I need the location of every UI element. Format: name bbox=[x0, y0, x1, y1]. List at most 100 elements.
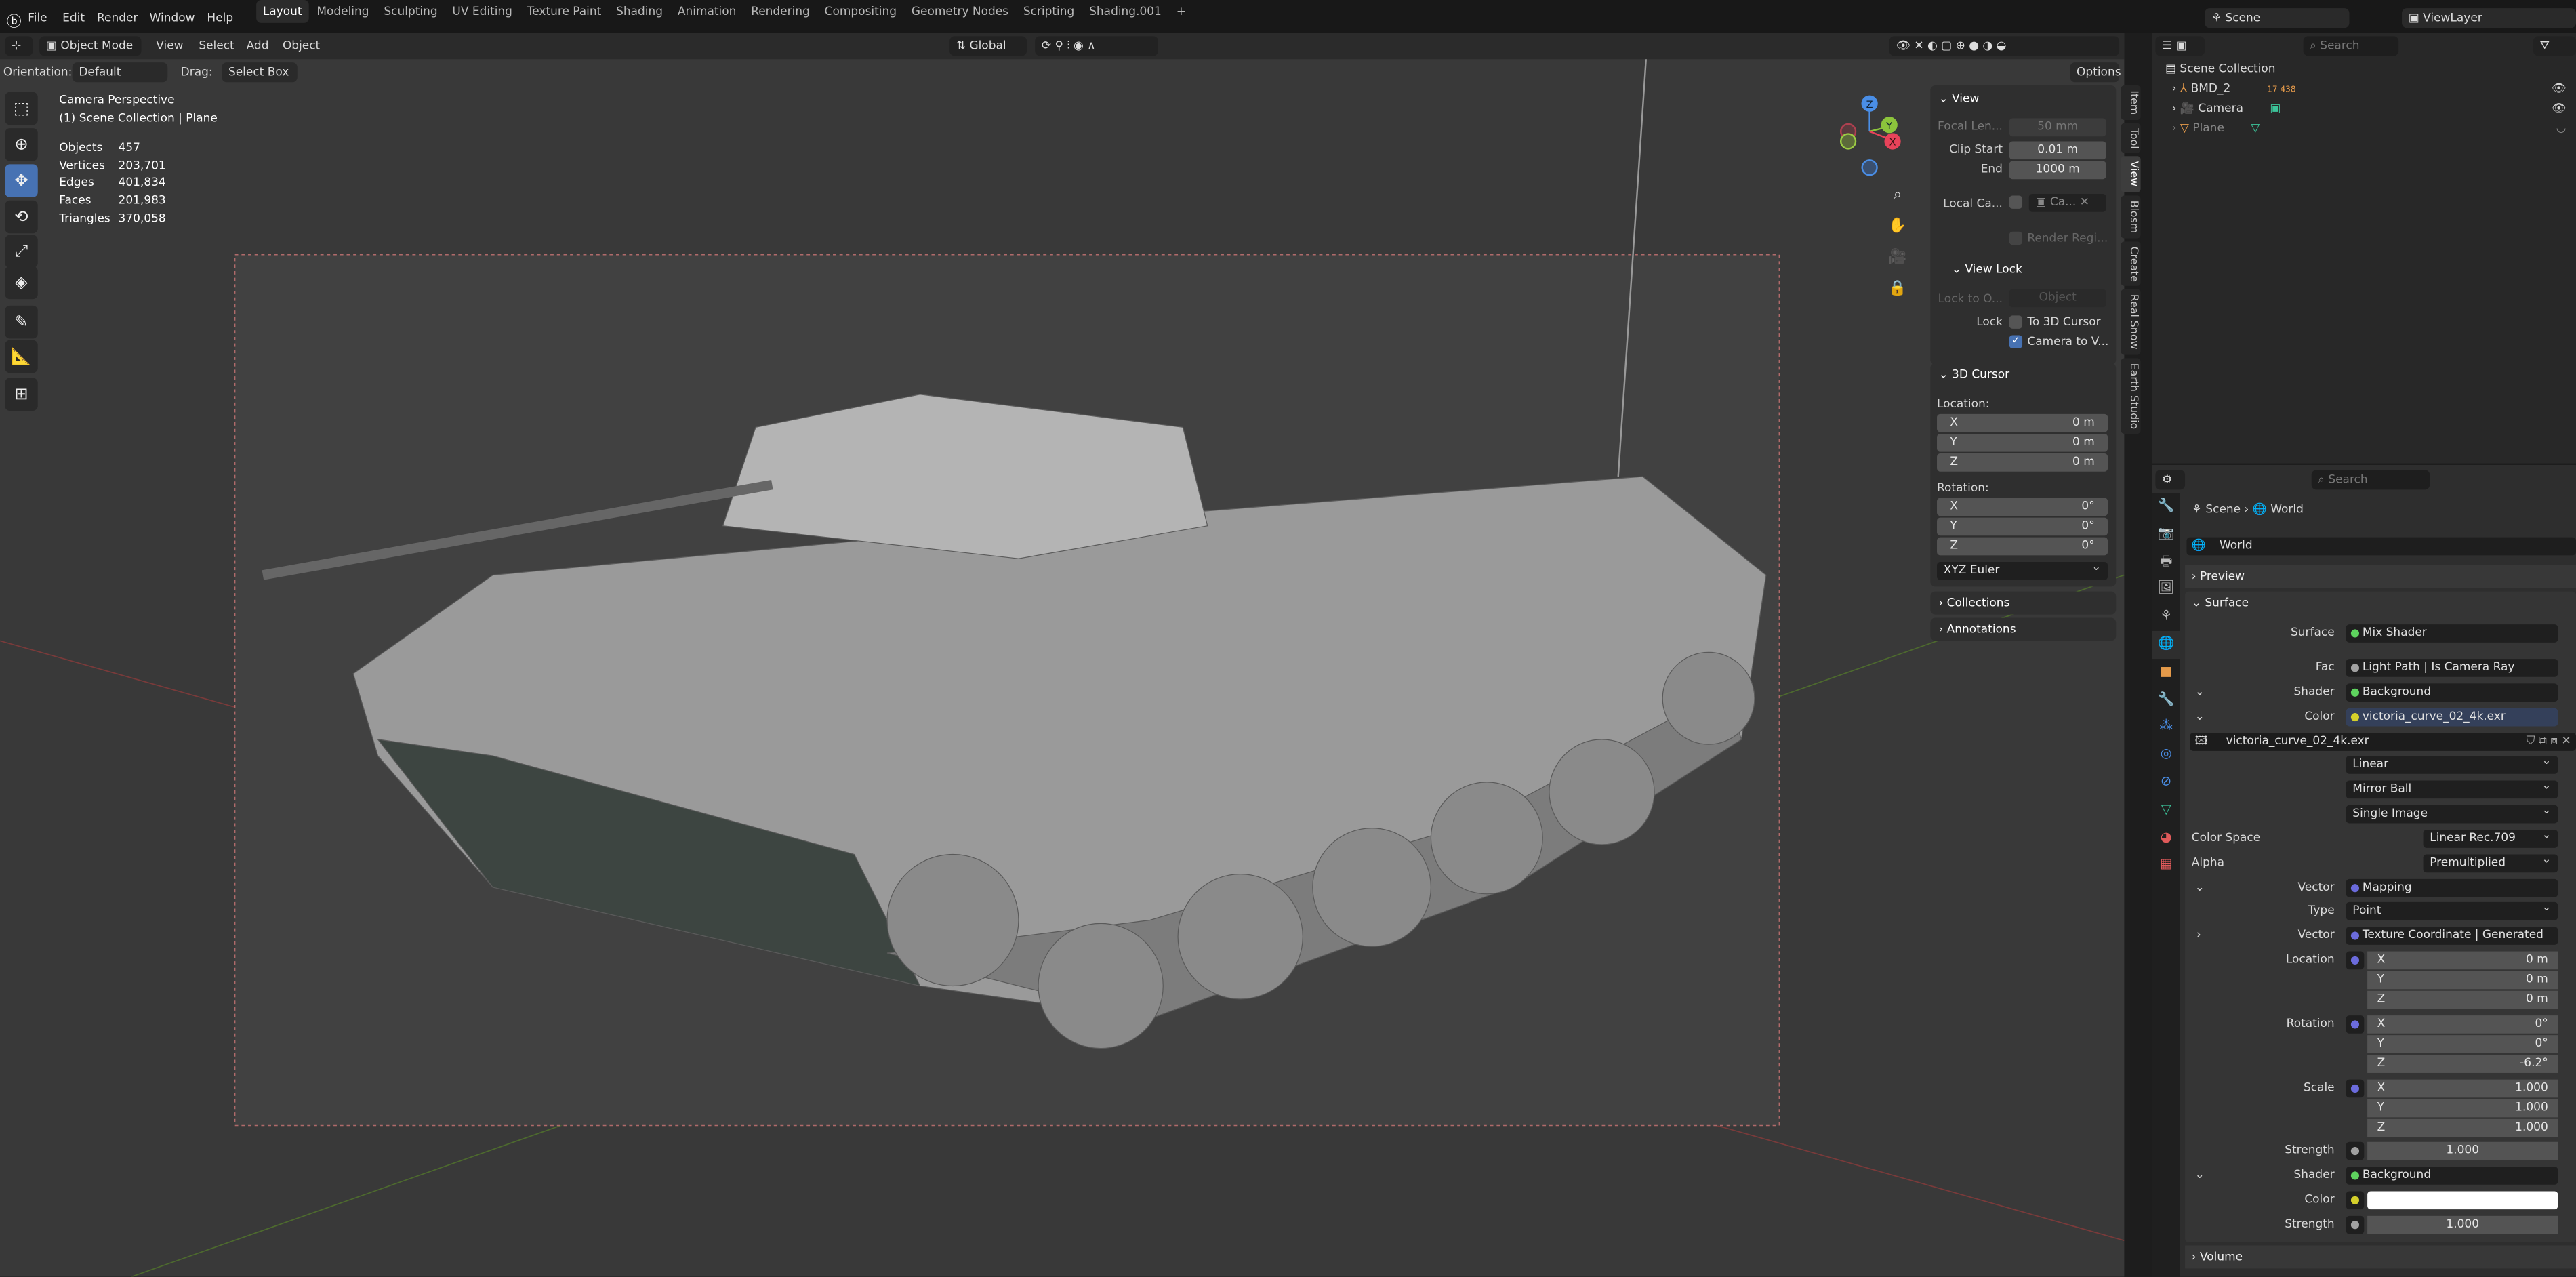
cursor-location-y[interactable]: Y0 m bbox=[1937, 433, 2108, 452]
color-input-field[interactable]: victoria_curve_02_4k.exr bbox=[2346, 708, 2558, 727]
menu-file[interactable]: File bbox=[28, 12, 47, 24]
surface-panel-header[interactable]: ⌄ Surface bbox=[2192, 596, 2249, 609]
collections-panel-header[interactable]: › Collections bbox=[1930, 591, 2117, 615]
shader2-expand-chevron[interactable]: ⌄ bbox=[2195, 1169, 2205, 1181]
rotation-x[interactable]: X 0° bbox=[2367, 1015, 2558, 1034]
clip-end-field[interactable]: 1000 m bbox=[2009, 161, 2106, 180]
strength2-field[interactable]: 1.000 bbox=[2367, 1215, 2558, 1234]
tab-shading[interactable]: Shading bbox=[609, 0, 669, 23]
outliner-display-mode[interactable]: ☰ ▣ bbox=[2155, 36, 2205, 56]
snapping-controls[interactable]: ⟳ ⚲ ⫶ ◉ ∧ bbox=[1035, 36, 1158, 56]
options-button[interactable]: Options bbox=[2070, 62, 2121, 83]
properties-search-input[interactable]: ⌕ Search bbox=[2311, 470, 2430, 490]
world-datablock-field[interactable]: 🌐 World bbox=[2186, 537, 2576, 556]
preview-panel-header[interactable]: › Preview bbox=[2185, 565, 2576, 588]
vector-input-field[interactable]: Mapping bbox=[2346, 878, 2558, 897]
rotate-tool-icon[interactable]: ⟲ bbox=[5, 200, 38, 234]
tab-texture-paint[interactable]: Texture Paint bbox=[520, 0, 608, 23]
shader-input-field[interactable]: Background bbox=[2346, 683, 2558, 702]
tab-create[interactable]: Create bbox=[2121, 241, 2141, 287]
measure-tool-icon[interactable]: 📐 bbox=[5, 340, 38, 373]
tab-view[interactable]: View bbox=[2121, 157, 2141, 192]
navigation-gizmo[interactable]: Z Y X bbox=[1832, 90, 1914, 180]
select-box-tool-icon[interactable]: ⬚ bbox=[5, 92, 38, 125]
menu-select[interactable]: Select bbox=[199, 39, 234, 52]
annotations-panel-header[interactable]: › Annotations bbox=[1930, 617, 2117, 641]
3d-cursor-header[interactable]: ⌄ 3D Cursor bbox=[1938, 368, 2009, 381]
move-tool-icon[interactable]: ✥ bbox=[5, 164, 38, 197]
surface-shader-field[interactable]: Mix Shader bbox=[2346, 624, 2558, 643]
alpha-dropdown[interactable]: Premultiplied bbox=[2423, 854, 2558, 873]
tab-sculpting[interactable]: Sculpting bbox=[377, 0, 445, 23]
local-camera-field[interactable]: ▣ Ca... ✕ bbox=[2028, 194, 2106, 212]
physics-tab-icon[interactable]: ◎ bbox=[2152, 742, 2180, 769]
hidden-icon[interactable]: ◡ bbox=[2556, 121, 2567, 134]
visibility-eye-icon[interactable]: 👁 bbox=[2552, 102, 2567, 115]
texture-tab-icon[interactable]: ▦ bbox=[2152, 852, 2180, 880]
scale-x[interactable]: X 1.000 bbox=[2367, 1079, 2558, 1098]
zoom-icon[interactable]: ⌕ bbox=[1886, 181, 1909, 212]
outliner-scene-collection[interactable]: ▤ Scene Collection bbox=[2165, 62, 2276, 75]
menu-help[interactable]: Help bbox=[207, 12, 233, 24]
strength-field[interactable]: 1.000 bbox=[2367, 1141, 2558, 1160]
editor-type-button[interactable]: ⊹ bbox=[5, 36, 33, 56]
tab-tool[interactable]: Tool bbox=[2121, 123, 2141, 154]
mode-selector[interactable]: ▣ Object Mode bbox=[39, 36, 142, 56]
scale-tool-icon[interactable]: ⤢ bbox=[5, 235, 38, 268]
menu-edit[interactable]: Edit bbox=[62, 12, 85, 24]
shader-expand-chevron[interactable]: ⌄ bbox=[2195, 685, 2205, 698]
tab-blosm[interactable]: Blosm bbox=[2121, 195, 2141, 239]
pan-hand-icon[interactable]: ✋ bbox=[1886, 212, 1909, 243]
camera-to-view-checkbox[interactable]: ✓ bbox=[2009, 335, 2023, 348]
tab-geometry-nodes[interactable]: Geometry Nodes bbox=[905, 0, 1015, 23]
color-swatch[interactable] bbox=[2367, 1191, 2558, 1210]
add-workspace-button[interactable]: + bbox=[1170, 0, 1193, 23]
filter-icon[interactable]: ⛛ bbox=[2533, 36, 2576, 56]
data-tab-icon[interactable]: ▽ bbox=[2152, 796, 2180, 824]
rotation-socket[interactable] bbox=[2346, 1015, 2365, 1034]
outliner-item-plane[interactable]: › ▽ Plane ▽ ◡ bbox=[2172, 121, 2576, 134]
projection-dropdown[interactable]: Mirror Ball bbox=[2346, 780, 2558, 799]
tab-rendering[interactable]: Rendering bbox=[744, 0, 816, 23]
menu-object[interactable]: Object bbox=[283, 39, 320, 52]
viewport-shading-controls[interactable]: 👁 ✕ ◐ ▢ ⊕ ● ◑ ◒ bbox=[1889, 36, 2120, 56]
transform-orientation-selector[interactable]: ⇅ Global bbox=[949, 36, 1027, 56]
lock-to-cursor-checkbox[interactable] bbox=[2009, 315, 2023, 329]
cursor-location-z[interactable]: Z0 m bbox=[1937, 453, 2108, 472]
cursor-rotation-y[interactable]: Y 0° bbox=[1937, 517, 2108, 536]
rotation-z[interactable]: Z -6.2° bbox=[2367, 1055, 2558, 1073]
rotation-mode-dropdown[interactable]: XYZ Euler bbox=[1937, 559, 2108, 580]
3d-viewport[interactable] bbox=[0, 33, 2125, 1277]
add-cube-tool-icon[interactable]: ⊞ bbox=[5, 378, 38, 411]
volume-panel-header[interactable]: › Volume bbox=[2185, 1245, 2576, 1269]
fac-input-field[interactable]: Light Path | Is Camera Ray bbox=[2346, 659, 2558, 677]
outliner-item-bmd-2[interactable]: › ⅄ BMD_2 17 438 👁 bbox=[2172, 82, 2576, 95]
scale-socket[interactable] bbox=[2346, 1079, 2365, 1098]
object-tab-icon[interactable]: ■ bbox=[2152, 659, 2180, 687]
world-tab-icon[interactable]: 🌐 bbox=[2152, 630, 2180, 659]
lock-icon[interactable]: 🔒 bbox=[1886, 275, 1909, 306]
tab-uv-editing[interactable]: UV Editing bbox=[446, 0, 519, 23]
rotation-y[interactable]: Y 0° bbox=[2367, 1035, 2558, 1053]
scene-tab-icon[interactable]: ⚘ bbox=[2152, 603, 2180, 631]
location-socket[interactable] bbox=[2346, 951, 2365, 970]
transform-tool-icon[interactable]: ◈ bbox=[5, 266, 38, 300]
menu-view[interactable]: View bbox=[156, 39, 183, 52]
camera-view-icon[interactable]: 🎥 bbox=[1886, 243, 1909, 275]
vector-expand-chevron[interactable]: ⌄ bbox=[2195, 880, 2205, 893]
cursor-tool-icon[interactable]: ⊕ bbox=[5, 128, 38, 161]
tab-shading-001[interactable]: Shading.001 bbox=[1082, 0, 1168, 23]
view-lock-header[interactable]: ⌄ View Lock bbox=[1952, 263, 2022, 276]
vector2-expand-chevron[interactable]: › bbox=[2196, 929, 2201, 941]
image-actions[interactable]: ⛉ ⧉ ⧈ ✕ bbox=[2527, 733, 2571, 751]
view-layer-tab-icon[interactable]: 🖼 bbox=[2152, 575, 2180, 603]
clip-start-field[interactable]: 0.01 m bbox=[2009, 141, 2106, 160]
interpolation-dropdown[interactable]: Linear bbox=[2346, 756, 2558, 774]
drag-dropdown[interactable]: Select Box bbox=[222, 62, 298, 83]
image-datablock-field[interactable]: 🖾 victoria_curve_02_4k.exr ⛉ ⧉ ⧈ ✕ bbox=[2190, 733, 2576, 751]
local-camera-checkbox[interactable] bbox=[2009, 195, 2023, 209]
tab-earth-studio[interactable]: Earth Studio bbox=[2121, 358, 2141, 434]
blender-logo-icon[interactable]: ⓑ bbox=[7, 10, 22, 31]
annotate-tool-icon[interactable]: ✎ bbox=[5, 305, 38, 339]
view-layer-selector[interactable]: ▣ ViewLayer bbox=[2402, 8, 2576, 28]
